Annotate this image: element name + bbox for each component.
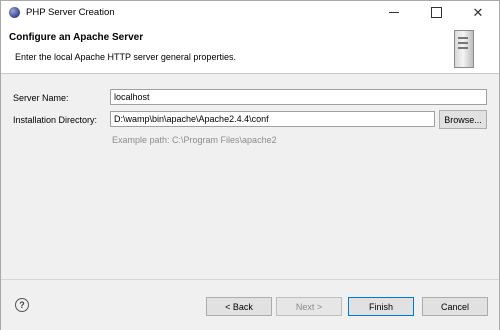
cancel-button[interactable]: Cancel xyxy=(422,297,488,316)
minimize-button[interactable] xyxy=(377,1,411,23)
eclipse-php-icon xyxy=(9,7,20,18)
install-dir-hint: Example path: C:\Program Files\apache2 xyxy=(112,135,277,145)
browse-button[interactable]: Browse... xyxy=(439,110,487,129)
dialog-window: PHP Server Creation ✕ Configure an Apach… xyxy=(0,0,500,330)
maximize-button[interactable] xyxy=(419,1,453,23)
maximize-icon xyxy=(430,6,442,18)
back-button[interactable]: < Back xyxy=(206,297,272,316)
server-name-input[interactable]: localhost xyxy=(110,89,487,105)
wizard-content: Server Name: localhost Installation Dire… xyxy=(1,74,499,279)
server-icon xyxy=(454,30,474,68)
finish-button[interactable]: Finish xyxy=(348,297,414,316)
install-dir-input[interactable]: D:\wamp\bin\apache\Apache2.4.4\conf xyxy=(110,111,435,127)
wizard-footer: ? < Back Next > Finish Cancel xyxy=(1,279,499,330)
wizard-header: Configure an Apache Server Enter the loc… xyxy=(1,25,499,74)
close-button[interactable]: ✕ xyxy=(461,1,495,23)
page-description: Enter the local Apache HTTP server gener… xyxy=(15,52,236,62)
title-bar: PHP Server Creation ✕ xyxy=(1,1,499,25)
server-name-label: Server Name: xyxy=(13,93,69,103)
minimize-icon xyxy=(389,11,399,13)
next-button[interactable]: Next > xyxy=(276,297,342,316)
close-icon: ✕ xyxy=(472,4,484,20)
install-dir-label: Installation Directory: xyxy=(13,115,98,125)
help-icon[interactable]: ? xyxy=(15,298,29,312)
page-title: Configure an Apache Server xyxy=(9,32,144,43)
window-title: PHP Server Creation xyxy=(26,7,115,18)
